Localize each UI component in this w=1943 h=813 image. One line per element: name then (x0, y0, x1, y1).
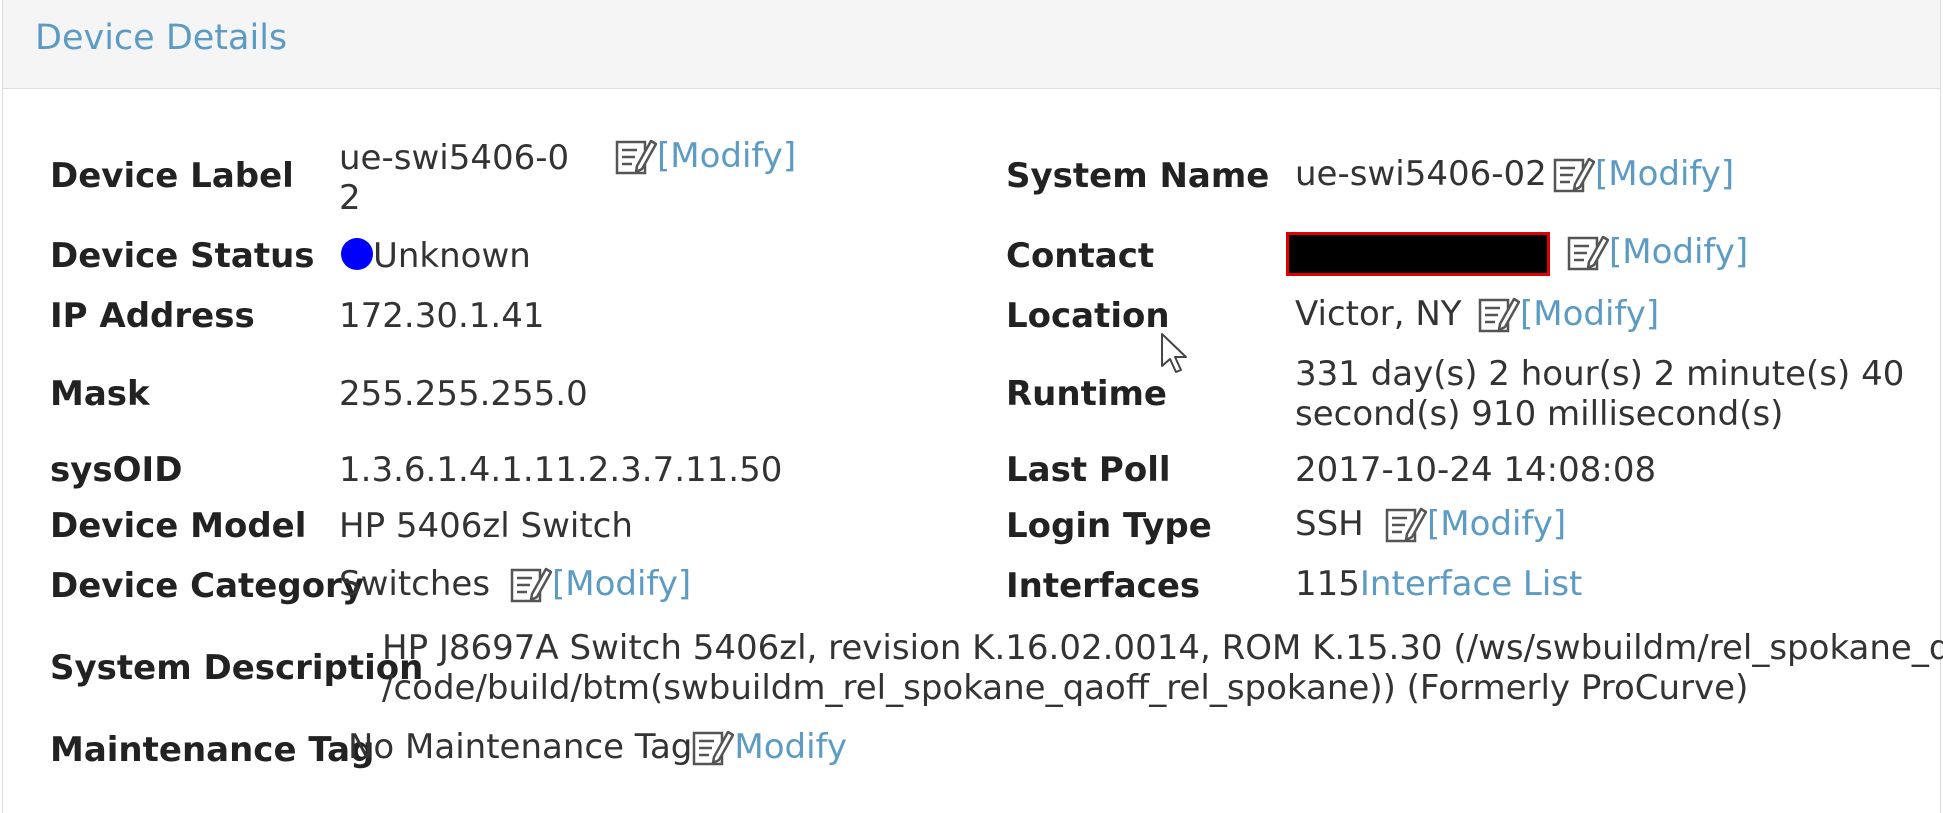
edit-icon (510, 567, 553, 603)
maintenance-tag-label: Maintenance Tag (50, 730, 375, 770)
runtime-value-line2: second(s) 910 millisecond(s) (1295, 394, 1784, 434)
mask-value: 255.255.255.0 (339, 374, 588, 414)
edit-icon (1478, 297, 1521, 333)
system-description-label: System Description (50, 648, 424, 688)
system-description-line2: /code/build/btm(swbuildm_rel_spokane_qao… (382, 668, 1749, 708)
sysoid-value: 1.3.6.1.4.1.11.2.3.7.11.50 (339, 450, 783, 490)
system-name-value: ue-swi5406-02 (1295, 154, 1547, 194)
status-indicator-icon (341, 238, 373, 270)
system-name-modify[interactable]: [Modify] (1553, 154, 1734, 194)
device-category-modify[interactable]: [Modify] (510, 564, 691, 604)
location-value: Victor, NY (1295, 294, 1462, 334)
edit-icon (1567, 235, 1610, 271)
ip-address-label: IP Address (50, 296, 255, 336)
edit-icon (1385, 507, 1428, 543)
location-modify[interactable]: [Modify] (1478, 294, 1659, 334)
device-label-value-line2: 2 (339, 178, 361, 218)
login-type-modify[interactable]: [Modify] (1385, 504, 1566, 544)
login-type-value: SSH (1295, 504, 1364, 544)
panel-header: Device Details (3, 0, 1940, 89)
device-status-value: Unknown (341, 236, 531, 276)
device-status-label: Device Status (50, 236, 315, 276)
device-model-value: HP 5406zl Switch (339, 506, 633, 546)
last-poll-value: 2017-10-24 14:08:08 (1295, 450, 1657, 490)
maintenance-tag-value: No Maintenance Tag Modify (348, 727, 847, 767)
interfaces-label: Interfaces (1006, 566, 1201, 606)
interfaces-value: 115Interface List (1295, 564, 1582, 604)
runtime-value-line1: 331 day(s) 2 hour(s) 2 minute(s) 40 (1295, 354, 1905, 394)
location-modify-link[interactable]: [Modify] (1520, 294, 1659, 334)
device-label-modify[interactable]: [Modify] (615, 136, 796, 176)
maintenance-tag-text: No Maintenance Tag (348, 727, 693, 767)
device-category-value: Switches (339, 564, 491, 604)
login-type-modify-link[interactable]: [Modify] (1427, 504, 1566, 544)
login-type-label: Login Type (1006, 506, 1212, 546)
sysoid-label: sysOID (50, 450, 183, 490)
mask-label: Mask (50, 374, 150, 414)
edit-icon (693, 730, 735, 766)
contact-modify[interactable]: [Modify] (1567, 232, 1748, 272)
ip-address-value: 172.30.1.41 (339, 296, 545, 336)
system-description-line1: HP J8697A Switch 5406zl, revision K.16.0… (382, 628, 1943, 668)
runtime-label: Runtime (1006, 374, 1167, 414)
device-label-value-line1: ue-swi5406-0 (339, 138, 570, 178)
last-poll-label: Last Poll (1006, 450, 1171, 490)
contact-modify-link[interactable]: [Modify] (1609, 232, 1748, 272)
system-name-modify-link[interactable]: [Modify] (1595, 154, 1734, 194)
device-category-modify-link[interactable]: [Modify] (552, 564, 691, 604)
device-category-label: Device Category (50, 566, 364, 606)
mouse-cursor-icon (1161, 333, 1187, 373)
edit-icon (1553, 157, 1596, 193)
panel-title: Device Details (35, 18, 288, 58)
edit-icon (615, 139, 658, 175)
contact-label: Contact (1006, 236, 1155, 276)
interfaces-count: 115 (1295, 564, 1360, 604)
device-label-modify-link[interactable]: [Modify] (657, 136, 796, 176)
device-model-label: Device Model (50, 506, 307, 546)
device-status-text: Unknown (373, 236, 531, 276)
device-label-label: Device Label (50, 156, 294, 196)
interface-list-link[interactable]: Interface List (1360, 564, 1582, 604)
contact-redacted-value (1286, 232, 1550, 276)
system-name-label: System Name (1006, 156, 1270, 196)
maintenance-tag-modify-link[interactable]: Modify (734, 727, 847, 767)
location-label: Location (1006, 296, 1170, 336)
